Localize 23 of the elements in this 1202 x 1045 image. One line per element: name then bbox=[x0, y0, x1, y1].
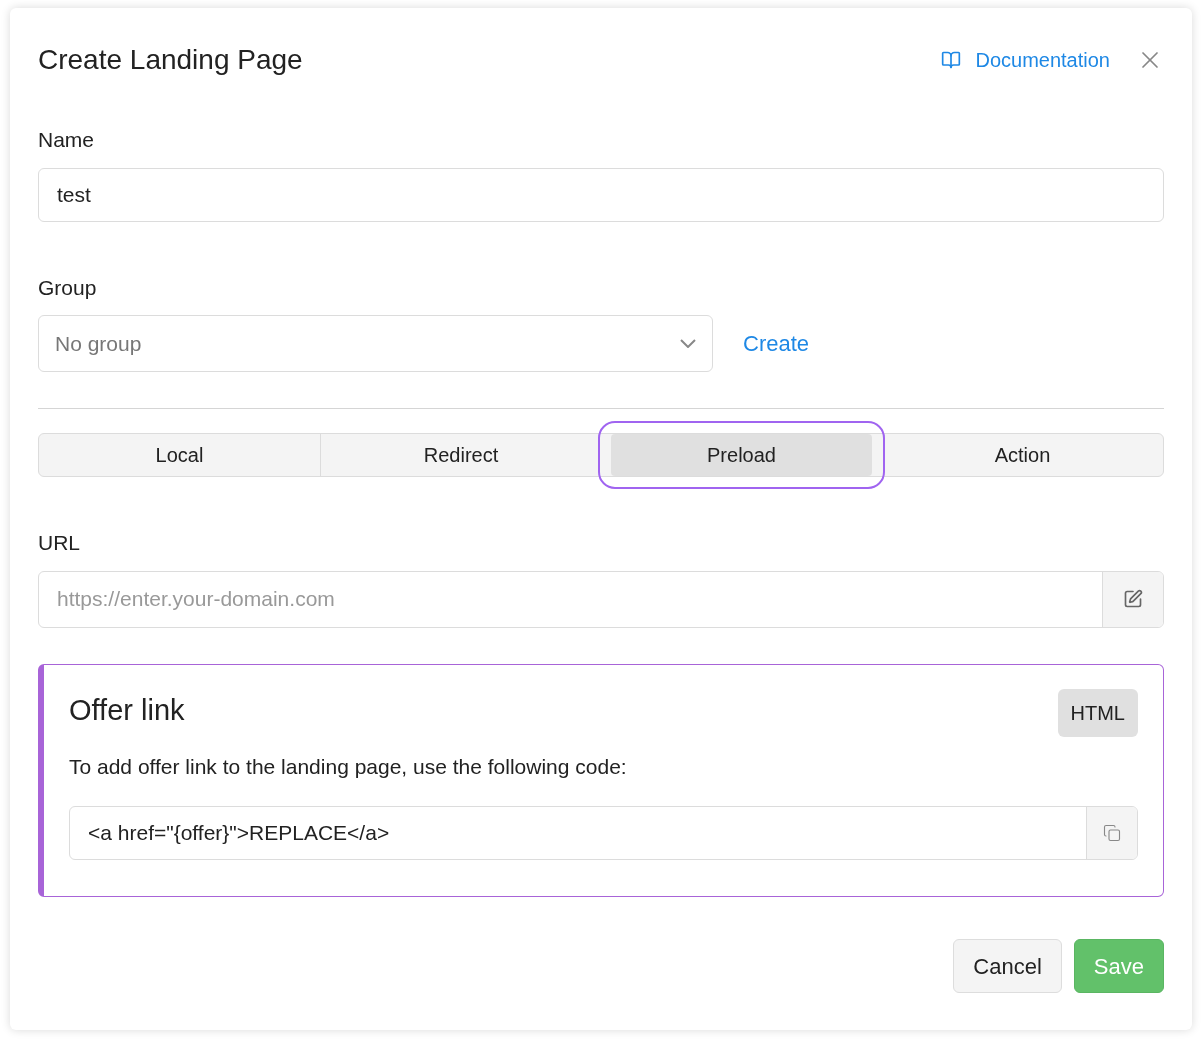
offer-link-description: To add offer link to the landing page, use the following code: bbox=[69, 753, 628, 780]
copy-button[interactable] bbox=[1086, 807, 1137, 859]
book-icon bbox=[941, 50, 962, 70]
chevron-down-icon bbox=[680, 339, 696, 348]
mode-tab[interactable]: Local bbox=[39, 434, 320, 476]
offer-link-title: Offer link bbox=[69, 692, 186, 728]
group-label: Group bbox=[38, 274, 98, 301]
name-input[interactable]: test bbox=[38, 167, 1164, 222]
group-select[interactable]: No group bbox=[38, 315, 713, 372]
copy-icon bbox=[1103, 824, 1121, 842]
create-link[interactable]: Create bbox=[743, 327, 810, 360]
cancel-button[interactable]: Cancel bbox=[953, 939, 1062, 993]
mode-tab[interactable]: Redirect bbox=[320, 434, 601, 476]
dialog-title: Create Landing Page bbox=[38, 43, 303, 77]
html-badge: HTML bbox=[1057, 688, 1138, 737]
mode-tab[interactable]: Preload bbox=[611, 434, 872, 476]
code-field[interactable]: <a href="{offer}">REPLACE</a> bbox=[70, 807, 1086, 859]
name-label: Name bbox=[38, 127, 96, 153]
edit-button[interactable] bbox=[1102, 571, 1163, 627]
edit-icon bbox=[1123, 589, 1143, 609]
mode-tab[interactable]: Action bbox=[882, 434, 1163, 476]
url-label: URL bbox=[38, 530, 81, 556]
documentation-link[interactable]: Documentation bbox=[941, 45, 1110, 75]
